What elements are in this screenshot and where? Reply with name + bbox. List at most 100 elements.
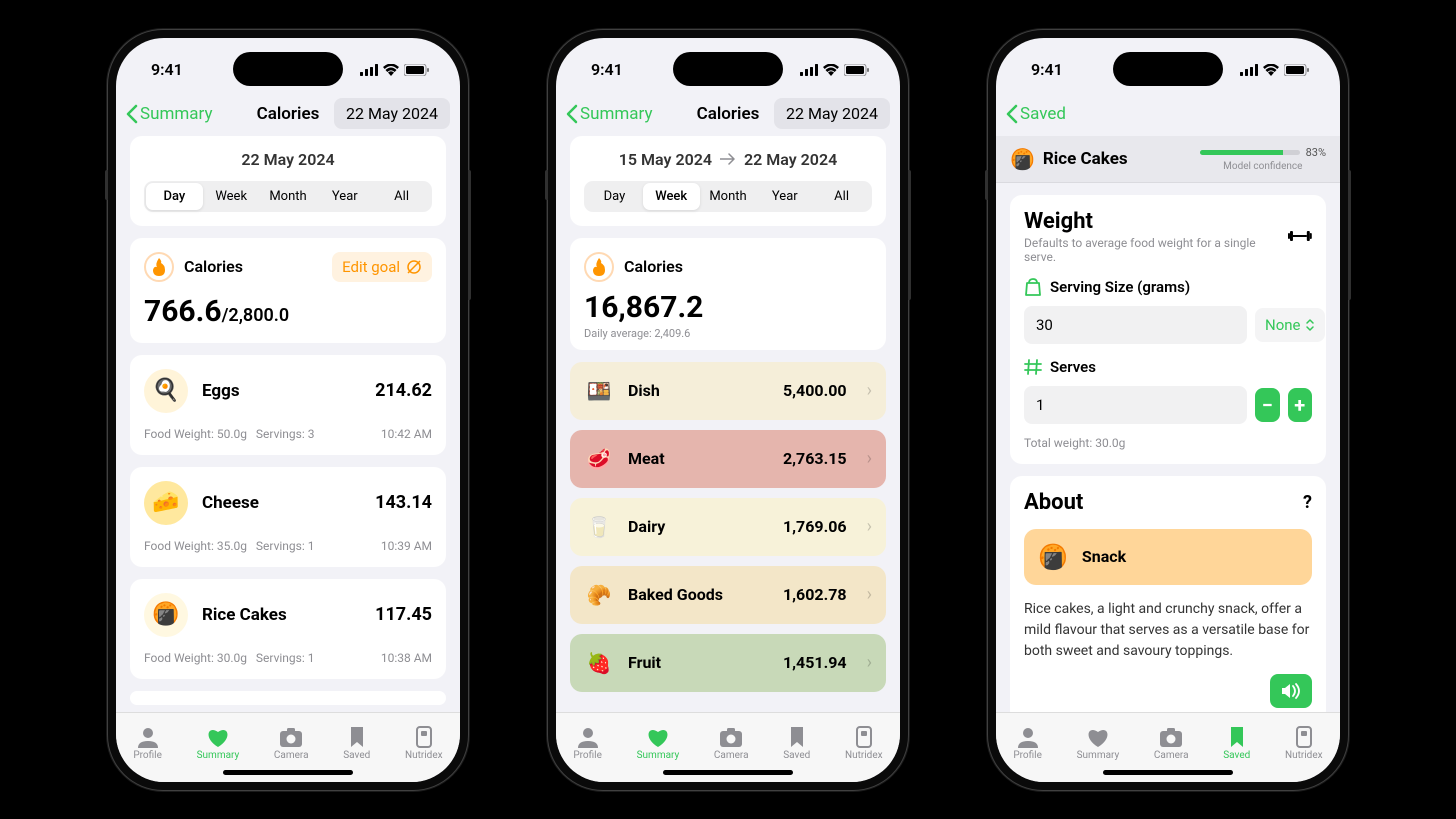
date-card: 15 May 2024 22 May 2024 Day Week Month Y… [570, 136, 886, 226]
serving-size-label: Serving Size (grams) [1050, 278, 1190, 296]
phone-mockup-1: 9:41 Summary Calories 22 May 2024 22 May… [108, 30, 468, 790]
food-details: Food Weight: 35.0g Servings: 1 [144, 539, 314, 553]
total-calories: 16,867.2 [584, 290, 872, 325]
food-row[interactable]: 🍘Rice Cakes117.45Food Weight: 30.0g Serv… [130, 579, 446, 679]
back-button[interactable]: Summary [126, 104, 212, 124]
serving-size-input[interactable] [1024, 306, 1247, 344]
seg-month[interactable]: Month [700, 183, 757, 210]
home-indicator[interactable] [1103, 770, 1233, 775]
flame-icon [584, 252, 614, 282]
edit-goal-button[interactable]: Edit goal [332, 252, 432, 282]
item-header: 🍘 Rice Cakes 83% Model confidence [996, 136, 1340, 183]
category-name: Meat [628, 449, 665, 468]
weight-title: Weight [1024, 209, 1288, 234]
back-label: Summary [580, 104, 652, 124]
food-time: 10:39 AM [381, 539, 432, 553]
dynamic-island [1113, 52, 1223, 86]
food-time: 10:38 AM [381, 651, 432, 665]
date-card: 22 May 2024 Day Week Month Year All [130, 136, 446, 226]
rice-cake-icon: 🍘 [1010, 147, 1035, 171]
category-value: 5,400.00 [783, 381, 847, 400]
tab-profile[interactable]: Profile [1013, 726, 1042, 761]
back-button[interactable]: Saved [1006, 104, 1066, 124]
category-value: 1,451.94 [783, 653, 847, 672]
food-time: 10:42 AM [381, 427, 432, 441]
phone-mockup-2: 9:41 Summary Calories 22 May 2024 15 May… [548, 30, 908, 790]
tab-saved[interactable]: Saved [343, 726, 370, 761]
seg-all[interactable]: All [373, 183, 430, 210]
battery-icon [1284, 64, 1310, 76]
calories-label: Calories [184, 257, 243, 276]
back-button[interactable]: Summary [566, 104, 652, 124]
dynamic-island [673, 52, 783, 86]
category-row[interactable]: 🍱Dish5,400.00› [570, 362, 886, 420]
food-row[interactable]: 🍳Eggs214.62Food Weight: 50.0g Servings: … [130, 355, 446, 455]
period-segmented[interactable]: Day Week Month Year All [144, 181, 432, 212]
food-row[interactable]: 🧀Cheese143.14Food Weight: 35.0g Servings… [130, 467, 446, 567]
category-pill: 🍘 Snack [1024, 529, 1312, 585]
chevron-right-icon: › [867, 652, 872, 673]
target-icon [406, 259, 422, 275]
wifi-icon [1263, 64, 1279, 76]
tab-camera[interactable]: Camera [714, 726, 749, 761]
calories-card: Calories 16,867.2 Daily average: 2,409.6 [570, 238, 886, 350]
help-icon[interactable]: ? [1303, 492, 1312, 513]
nav-title: Calories [697, 104, 760, 124]
chevron-right-icon: › [867, 516, 872, 537]
tab-camera[interactable]: Camera [1154, 726, 1189, 761]
seg-year[interactable]: Year [756, 183, 813, 210]
calories-card: Calories Edit goal 766.6/2,800.0 [130, 238, 446, 343]
item-title: Rice Cakes [1043, 149, 1128, 169]
arrow-right-icon [720, 153, 736, 165]
tab-saved[interactable]: Saved [783, 726, 810, 761]
seg-week[interactable]: Week [203, 183, 260, 210]
home-indicator[interactable] [223, 770, 353, 775]
tab-profile[interactable]: Profile [573, 726, 602, 761]
seg-day[interactable]: Day [586, 183, 643, 210]
status-time: 9:41 [591, 60, 623, 79]
tab-summary[interactable]: Summary [197, 726, 240, 761]
seg-week[interactable]: Week [643, 183, 700, 210]
chevron-left-icon [1006, 104, 1018, 124]
tab-summary[interactable]: Summary [1077, 726, 1120, 761]
weight-card: Weight Defaults to average food weight f… [1010, 195, 1326, 464]
seg-year[interactable]: Year [316, 183, 373, 210]
category-icon: 🍓 [584, 648, 614, 678]
category-row[interactable]: 🥩Meat2,763.15› [570, 430, 886, 488]
signal-icon [1240, 64, 1258, 76]
seg-all[interactable]: All [813, 183, 870, 210]
food-name: Cheese [202, 493, 259, 513]
tab-nutridex[interactable]: Nutridex [1285, 726, 1323, 761]
seg-month[interactable]: Month [260, 183, 317, 210]
period-segmented[interactable]: Day Week Month Year All [584, 181, 872, 212]
seg-day[interactable]: Day [146, 183, 203, 210]
nav-title: Calories [257, 104, 320, 124]
food-details: Food Weight: 30.0g Servings: 1 [144, 651, 314, 665]
increment-button[interactable]: + [1288, 388, 1313, 422]
date-picker[interactable]: 22 May 2024 [334, 98, 450, 129]
serves-input[interactable] [1024, 386, 1247, 424]
category-row[interactable]: 🍓Fruit1,451.94› [570, 634, 886, 692]
tab-saved[interactable]: Saved [1223, 726, 1250, 761]
chevron-left-icon [126, 104, 138, 124]
tab-camera[interactable]: Camera [274, 726, 309, 761]
tab-profile[interactable]: Profile [133, 726, 162, 761]
category-row[interactable]: 🥛Dairy1,769.06› [570, 498, 886, 556]
status-time: 9:41 [151, 60, 183, 79]
decrement-button[interactable]: − [1255, 388, 1280, 422]
tab-nutridex[interactable]: Nutridex [405, 726, 443, 761]
category-row[interactable]: 🥐Baked Goods1,602.78› [570, 566, 886, 624]
category-value: 1,769.06 [783, 517, 847, 536]
speak-button[interactable] [1270, 674, 1312, 708]
snack-label: Snack [1082, 547, 1126, 566]
battery-icon [844, 64, 870, 76]
tab-nutridex[interactable]: Nutridex [845, 726, 883, 761]
home-indicator[interactable] [663, 770, 793, 775]
about-card: About ? 🍘 Snack Rice cakes, a light and … [1010, 476, 1326, 712]
tab-summary[interactable]: Summary [637, 726, 680, 761]
nav-bar: Summary Calories 22 May 2024 [556, 92, 900, 136]
food-icon: 🍳 [144, 369, 188, 413]
total-weight: Total weight: 30.0g [1024, 436, 1312, 450]
unit-select[interactable]: None [1255, 308, 1325, 342]
date-picker[interactable]: 22 May 2024 [774, 98, 890, 129]
